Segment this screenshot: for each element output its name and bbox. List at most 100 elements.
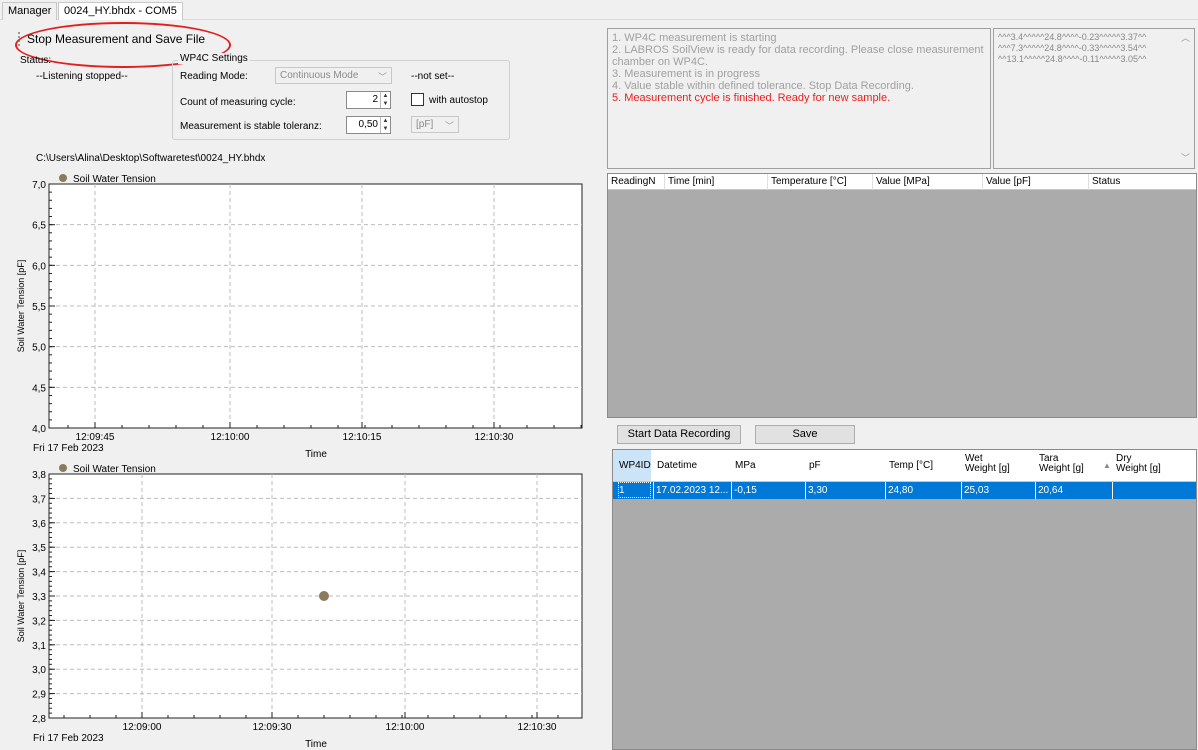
column-header[interactable]: Dry Weight [g] [1116,454,1162,474]
status-value: --Listening stopped-- [36,71,128,82]
table-row[interactable]: 1 17.02.2023 12... -0,15 3,30 24,80 25,03 20,6… [613,482,1196,499]
autostop-checkbox[interactable] [411,93,424,106]
column-separator[interactable] [872,174,873,190]
scroll-down-icon[interactable]: ﹀ [1181,153,1190,164]
y-tick-label: 4,0 [32,424,46,435]
cell-separator [805,482,806,499]
scroll-up-icon[interactable]: ︿ [1181,33,1190,44]
autostop-label: with autostop [429,95,488,106]
y-tick-label: 3,4 [32,568,46,579]
results-table[interactable]: WP4ID Datetime MPa pF Temp [°C] Wet Weight [g… [612,449,1197,750]
reading-table-header: ReadingN Time [min] Temperature [°C] Value … [608,174,1196,190]
count-label: Count of measuring cycle: [180,97,296,108]
column-separator[interactable] [767,174,768,190]
spin-arrows-icon[interactable]: ▲ ▼ [380,92,390,108]
column-header[interactable]: ReadingN [611,176,655,187]
log-line: ^^^7.3^^^^^24.8^^^^-0.33^^^^^3.54^^ [998,43,1147,53]
x-tick-label: 12:10:30 [518,722,557,733]
column-header[interactable]: Datetime [657,461,697,471]
table-cell[interactable]: 25,03 [964,485,989,496]
x-tick-label: 12:09:00 [123,722,162,733]
column-header[interactable]: MPa [735,461,756,471]
stop-measurement-button[interactable]: Stop Measurement and Save File [17,30,231,49]
y-tick-label: 3,8 [32,470,46,481]
chart-top: Soil Water Tension 7,0 6,5 6,0 5,5 5,0 4,5 4,0 1… [0,170,600,460]
column-header[interactable]: Wet Weight [g] [965,454,1011,474]
unit-value: [pF] [416,119,434,130]
y-tick-label: 4,5 [32,383,46,394]
count-stepper[interactable]: 2 ▲ ▼ [346,91,391,109]
settings-group-title: WP4C Settings [178,53,250,64]
x-tick-label: 12:09:45 [76,432,115,443]
y-tick-label: 6,5 [32,221,46,232]
table-cell[interactable]: 24,80 [888,485,913,496]
column-separator[interactable] [982,174,983,190]
y-axis-label: Soil Water Tension [pF] [16,260,26,353]
y-tick-label: 3,3 [32,592,46,603]
date-label: Fri 17 Feb 2023 [33,733,104,744]
x-tick-label: 12:10:30 [475,432,514,443]
table-cell[interactable]: 1 [618,482,651,498]
tab-file[interactable]: 0024_HY.bhdx - COM5 [58,2,183,20]
message-line: 2. LABROS SoilView is ready for data rec… [612,44,984,68]
y-tick-label: 5,5 [32,302,46,313]
y-tick-label: 2,9 [32,690,46,701]
message-line: 3. Measurement is in progress [612,68,760,80]
legend-marker [59,464,67,472]
chart-bottom: Soil Water Tension 3,8 3,7 3,6 3,5 3,4 3,3 3,2 3… [0,460,600,750]
y-tick-label: 2,8 [32,714,46,725]
y-tick-label: 3,6 [32,519,46,530]
cell-separator [961,482,962,499]
y-axis-label: Soil Water Tension [pF] [16,550,26,643]
cell-separator [1112,482,1113,499]
stable-stepper[interactable]: 0,50 ▲ ▼ [346,116,391,134]
x-tick-label: 12:10:15 [343,432,382,443]
column-header[interactable]: Value [MPa] [876,176,930,187]
date-label: Fri 17 Feb 2023 [33,443,104,454]
results-table-header: WP4ID Datetime MPa pF Temp [°C] Wet Weight [g… [613,450,1196,482]
column-header[interactable]: Time [min] [668,176,714,187]
column-separator[interactable] [664,174,665,190]
instruction-messages: 1. WP4C measurement is starting 2. LABROS… [607,28,991,169]
x-tick-label: 12:10:00 [211,432,250,443]
column-header[interactable]: pF [809,461,821,471]
x-axis-label: Time [305,739,327,750]
cell-separator [885,482,886,499]
column-header[interactable]: Value [pF] [986,176,1031,187]
table-cell[interactable]: 17.02.2023 12... [656,485,728,496]
table-cell[interactable]: 3,30 [808,485,827,496]
log-line: ^^13.1^^^^^24.8^^^^-0.11^^^^^3.05^^ [998,54,1147,64]
cell-separator [1035,482,1036,499]
legend-label: Soil Water Tension [73,464,156,475]
y-tick-label: 3,1 [32,641,46,652]
reading-mode-value: Continuous Mode [280,70,359,81]
x-tick-label: 12:10:00 [386,722,425,733]
stable-label: Measurement is stable toleranz: [180,121,322,132]
column-separator[interactable] [1088,174,1089,190]
status-label: Status: [20,55,52,66]
count-value: 2 [372,94,378,105]
reading-mode-select[interactable]: Continuous Mode ﹀ [275,67,392,84]
column-header[interactable]: Temperature [°C] [771,176,847,187]
message-line: 4. Value stable within defined tolerance… [612,80,914,92]
spin-arrows-icon[interactable]: ▲ ▼ [380,117,390,133]
table-cell[interactable]: 20,64 [1038,485,1063,496]
unit-select[interactable]: [pF] ﹀ [411,116,459,133]
tab-manager[interactable]: Manager [2,2,58,20]
sort-ascending-icon[interactable]: ▲ [1103,461,1111,471]
y-tick-label: 3,2 [32,616,46,627]
start-recording-button[interactable]: Start Data Recording [617,425,741,444]
chevron-down-icon: ﹀ [377,72,387,82]
cell-separator [731,482,732,499]
column-header[interactable]: Status [1092,176,1120,187]
not-set-label: --not set-- [411,71,455,82]
reading-table[interactable]: ReadingN Time [min] Temperature [°C] Value … [607,173,1197,418]
y-tick-label: 7,0 [32,180,46,191]
column-header[interactable]: WP4ID [613,450,651,481]
save-button[interactable]: Save [755,425,855,444]
column-header[interactable]: Tara Weight [g] [1039,454,1085,474]
table-cell[interactable]: -0,15 [734,485,757,496]
y-tick-label: 3,0 [32,665,46,676]
column-header[interactable]: Temp [°C] [889,461,933,471]
x-axis-label: Time [305,449,327,460]
